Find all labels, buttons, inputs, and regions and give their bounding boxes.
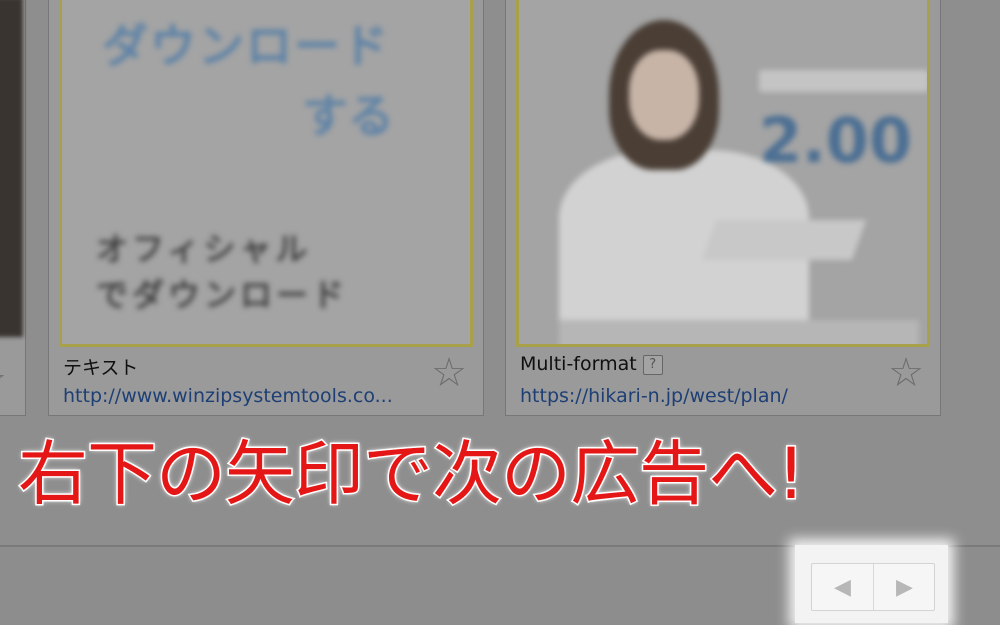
star-icon[interactable]: ☆ <box>888 353 924 393</box>
ad-image-text: でダウンロード <box>96 276 349 314</box>
ad-card-url[interactable]: http://www.winzipsystemtools.co... <box>63 385 393 407</box>
ad-card-partial[interactable]: ☆ <box>0 0 26 416</box>
ad-image-text: ダウンロード <box>102 19 390 73</box>
ad-image-laptop <box>701 220 867 260</box>
ad-thumbnail[interactable]: ダウンロード する オフィシャル でダウンロード <box>59 0 473 347</box>
ad-image-banner <box>559 320 919 344</box>
chevron-right-icon: ▶ <box>896 574 913 600</box>
ad-card-title-text: Multi-format <box>520 353 637 375</box>
star-icon[interactable]: ☆ <box>431 353 467 393</box>
ad-image-person <box>629 50 699 140</box>
star-icon[interactable]: ☆ <box>0 357 7 403</box>
ad-image-text: する <box>302 89 394 143</box>
ad-image-text: オフィシャル <box>96 230 312 268</box>
ad-thumbnail-partial <box>0 0 23 337</box>
ad-card-title: テキスト <box>63 357 139 379</box>
chevron-left-icon: ◀ <box>834 574 851 600</box>
overlay-caption: 右下の矢印で次の広告へ! <box>17 432 807 517</box>
ad-image-price: 2.00 <box>759 104 912 177</box>
ad-image-banner <box>759 70 927 92</box>
ad-card-title: Multi-format? <box>520 353 663 375</box>
ad-thumbnail[interactable]: 2.00 <box>516 0 930 347</box>
ad-card-url[interactable]: https://hikari-n.jp/west/plan/ <box>520 385 788 407</box>
pagination-controls: ◀ ▶ <box>811 563 935 611</box>
prev-button[interactable]: ◀ <box>812 564 874 610</box>
ad-card-text[interactable]: ダウンロード する オフィシャル でダウンロード テキスト http://www… <box>48 0 484 416</box>
next-button[interactable]: ▶ <box>874 564 935 610</box>
help-icon[interactable]: ? <box>642 355 663 375</box>
ad-card-multi-format[interactable]: 2.00 Multi-format? https://hikari-n.jp/w… <box>505 0 941 416</box>
